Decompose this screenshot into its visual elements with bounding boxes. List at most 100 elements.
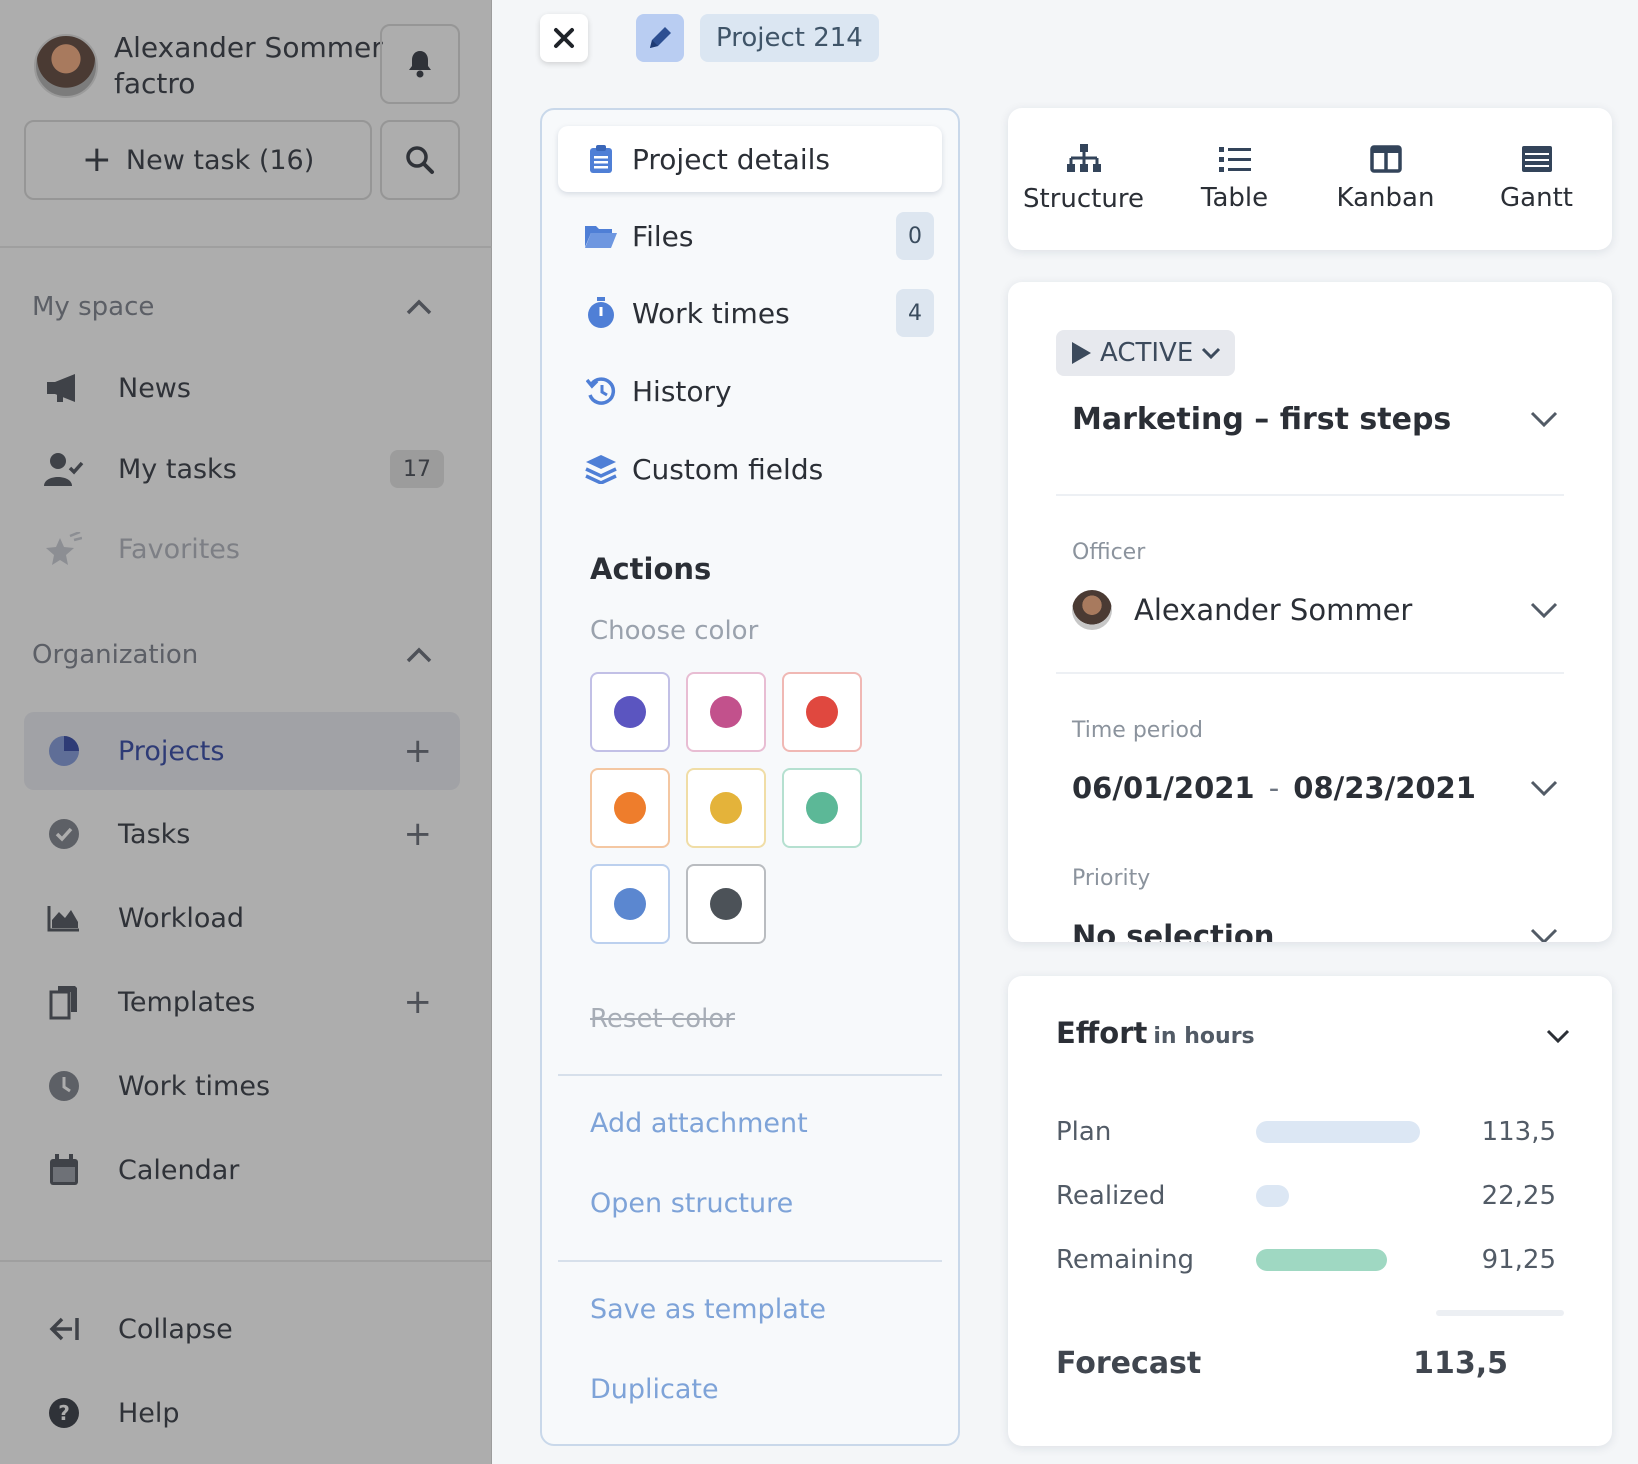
add-task-icon[interactable]: +: [404, 817, 433, 851]
tab-history[interactable]: History: [558, 358, 942, 424]
view-table[interactable]: Table: [1165, 145, 1305, 213]
view-structure[interactable]: Structure: [1014, 144, 1154, 214]
color-swatch[interactable]: [686, 864, 766, 944]
time-period-field[interactable]: 06/01/2021 - 08/23/2021: [1072, 766, 1558, 810]
tab-project-details[interactable]: Project details: [558, 126, 942, 192]
svg-text:?: ?: [58, 1401, 70, 1425]
add-project-icon[interactable]: +: [404, 734, 433, 768]
open-structure-link[interactable]: Open structure: [590, 1188, 793, 1219]
tab-custom-fields[interactable]: Custom fields: [558, 436, 942, 502]
sidebar-item-label: Help: [118, 1397, 180, 1429]
divider: [1056, 494, 1564, 496]
sidebar-item-label: Favorites: [118, 533, 240, 565]
effort-title: Effort in hours: [1056, 1016, 1255, 1050]
color-dot: [806, 696, 838, 728]
chevron-down-icon[interactable]: [1546, 1028, 1570, 1044]
sidebar-item-projects[interactable]: Projects +: [24, 712, 460, 790]
color-swatch[interactable]: [590, 672, 670, 752]
sidebar-item-calendar[interactable]: Calendar: [24, 1131, 460, 1209]
tab-label: History: [632, 374, 732, 408]
close-button[interactable]: [540, 14, 588, 62]
view-switcher: Structure Table Kanban Gantt: [1008, 108, 1612, 250]
user-profile[interactable]: Alexander Sommer factro: [34, 30, 383, 102]
tab-files[interactable]: Files 0: [558, 203, 942, 269]
avatar: [1072, 590, 1112, 630]
organization-header[interactable]: Organization: [32, 640, 432, 670]
chevron-up-icon: [406, 299, 432, 315]
megaphone-icon: [47, 374, 75, 402]
sidebar-item-news[interactable]: News: [24, 349, 460, 427]
new-task-button[interactable]: + New task (16): [24, 120, 372, 200]
section-title: My space: [32, 292, 155, 322]
edit-button[interactable]: [636, 14, 684, 62]
sidebar-item-tasks[interactable]: Tasks +: [24, 795, 460, 873]
color-dot: [614, 888, 646, 920]
count-badge: 4: [896, 289, 934, 337]
tab-label: Files: [632, 219, 694, 253]
calendar-icon: [50, 1154, 78, 1185]
effort-bar-fill: [1256, 1121, 1420, 1143]
sidebar-item-my-tasks[interactable]: My tasks 17: [24, 430, 460, 508]
tab-work-times[interactable]: Work times 4: [558, 280, 942, 346]
sidebar-item-label: Projects: [118, 735, 225, 767]
color-swatch[interactable]: [782, 672, 862, 752]
view-label: Table: [1200, 183, 1269, 213]
project-side-panel: Project details Files 0 Work times 4 His…: [540, 108, 960, 1446]
color-swatch[interactable]: [782, 768, 862, 848]
effort-bar: [1256, 1121, 1420, 1143]
my-space-header[interactable]: My space: [32, 292, 432, 322]
area-chart-icon: [47, 906, 79, 932]
view-gantt[interactable]: Gantt: [1467, 145, 1607, 213]
officer-field[interactable]: Alexander Sommer: [1072, 588, 1558, 632]
time-period-label: Time period: [1072, 718, 1203, 743]
color-swatch[interactable]: [590, 864, 670, 944]
sidebar-item-label: Tasks: [118, 818, 191, 850]
count-badge: 17: [390, 450, 444, 488]
reset-color-button[interactable]: Reset color: [590, 1004, 735, 1034]
color-swatch[interactable]: [686, 672, 766, 752]
view-kanban[interactable]: Kanban: [1316, 145, 1456, 213]
effort-label: Remaining: [1056, 1245, 1195, 1275]
chevron-down-icon: [1530, 928, 1558, 942]
tab-label: Work times: [632, 296, 790, 330]
color-dot: [614, 696, 646, 728]
collapse-button[interactable]: Collapse: [24, 1290, 460, 1368]
officer-name: Alexander Sommer: [1134, 593, 1413, 627]
clipboard-icon: [590, 145, 612, 173]
priority-field[interactable]: No selection: [1072, 914, 1558, 942]
layers-icon: [585, 455, 617, 484]
color-swatch[interactable]: [686, 768, 766, 848]
color-dot: [806, 792, 838, 824]
save-as-template-link[interactable]: Save as template: [590, 1294, 826, 1325]
notifications-button[interactable]: [380, 24, 460, 104]
sidebar-item-work-times[interactable]: Work times: [24, 1047, 460, 1125]
duplicate-link[interactable]: Duplicate: [590, 1374, 719, 1405]
avatar: [34, 34, 98, 98]
view-label: Gantt: [1500, 183, 1573, 213]
sidebar-item-workload[interactable]: Workload: [24, 879, 460, 957]
star-icon: [46, 532, 82, 565]
gantt-icon: [1521, 146, 1552, 172]
copy-icon: [49, 986, 77, 1020]
color-dot: [614, 792, 646, 824]
tab-label: Custom fields: [632, 452, 824, 486]
history-icon: [586, 377, 616, 405]
project-label: Project 214: [716, 23, 863, 53]
sidebar-item-favorites[interactable]: Favorites: [24, 510, 460, 588]
sidebar-item-templates[interactable]: Templates +: [24, 963, 460, 1041]
org-name: factro: [114, 67, 196, 100]
help-button[interactable]: ? Help: [24, 1374, 460, 1452]
effort-row: Remaining 91,25: [1056, 1240, 1556, 1280]
project-title-field[interactable]: Marketing – first steps: [1072, 396, 1558, 442]
add-attachment-link[interactable]: Add attachment: [590, 1108, 808, 1139]
new-task-label: New task (16): [125, 144, 315, 176]
choose-color-label: Choose color: [590, 616, 759, 646]
sidebar-item-label: Workload: [118, 902, 245, 934]
effort-row: Plan 113,5: [1056, 1112, 1556, 1152]
status-dropdown[interactable]: ACTIVE: [1056, 330, 1236, 376]
add-template-icon[interactable]: +: [404, 985, 433, 1019]
play-icon: [1072, 342, 1091, 364]
search-button[interactable]: [380, 120, 460, 200]
color-swatch[interactable]: [590, 768, 670, 848]
check-circle-icon: [49, 819, 79, 849]
